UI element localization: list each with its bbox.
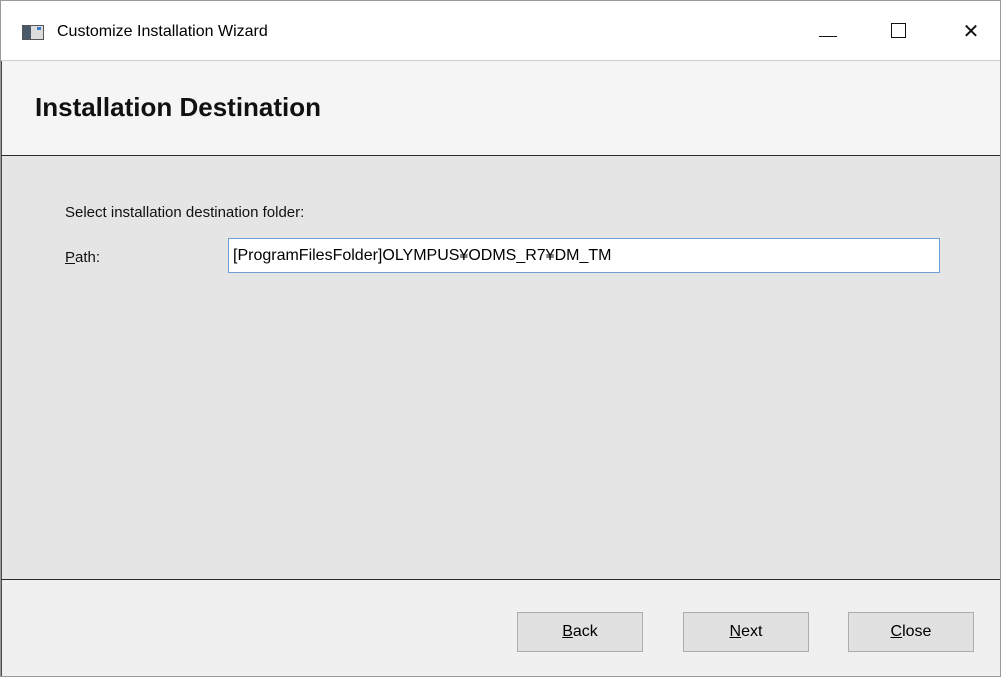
path-label: Path:	[65, 249, 100, 266]
back-mnemonic: B	[562, 623, 573, 640]
back-label: ack	[572, 623, 598, 640]
minimize-icon	[819, 36, 837, 37]
window-title: Customize Installation Wizard	[57, 23, 268, 40]
close-label: lose	[902, 623, 932, 640]
instruction-text: Select installation destination folder:	[65, 204, 305, 221]
content-panel: Select installation destination folder: …	[1, 156, 1000, 580]
button-bar: Back Next Close	[1, 579, 1000, 676]
page-title: Installation Destination	[35, 92, 322, 122]
title-bar[interactable]: Customize Installation Wizard ✕	[1, 1, 1000, 61]
back-button[interactable]: Back	[517, 612, 643, 652]
maximize-button[interactable]	[871, 1, 925, 60]
close-button[interactable]: Close	[848, 612, 974, 652]
close-icon: ✕	[962, 18, 980, 43]
wizard-window: Customize Installation Wizard ✕ Installa…	[0, 0, 1001, 677]
close-window-button[interactable]: ✕	[944, 1, 998, 60]
path-label-text: ath:	[75, 249, 101, 266]
path-label-mnemonic: P	[65, 249, 76, 266]
next-mnemonic: N	[729, 623, 742, 640]
minimize-button[interactable]	[801, 1, 855, 60]
path-input[interactable]	[228, 238, 940, 273]
maximize-icon	[890, 23, 906, 38]
close-mnemonic: C	[890, 623, 903, 640]
app-window-icon	[22, 25, 44, 40]
next-button[interactable]: Next	[683, 612, 809, 652]
page-header: Installation Destination	[1, 61, 1000, 156]
next-label: ext	[741, 623, 763, 640]
